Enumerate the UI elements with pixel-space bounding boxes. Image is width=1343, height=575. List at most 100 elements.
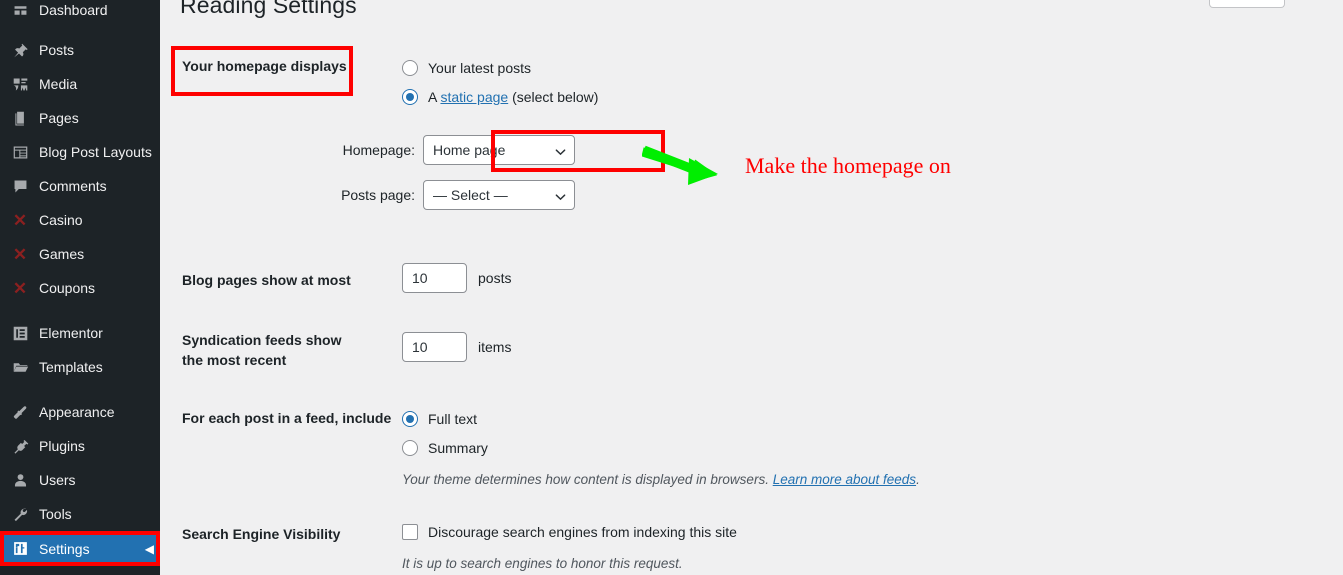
wrench-icon [10,504,30,524]
label-homepage-displays: Your homepage displays [182,58,347,74]
checkbox-discourage-search-engines[interactable]: Discourage search engines from indexing … [402,524,737,540]
label-syndication: Syndication feeds show the most recent [182,332,342,369]
radio-static-page-label: A static page (select below) [428,90,598,104]
broken-image-x-icon: ✕ [12,244,28,264]
sidebar-item-label: Games [39,246,85,262]
radio-circle[interactable] [402,60,418,76]
radio-circle[interactable] [402,411,418,427]
homepage-select-row: Homepage: Home page [335,135,575,165]
comment-icon [10,176,30,196]
broken-image-x-icon: ✕ [12,210,28,230]
learn-more-about-feeds-link[interactable]: Learn more about feeds [773,472,916,487]
label-feed-include: For each post in a feed, include [182,410,392,426]
blog-pages-unit: posts [478,270,512,286]
settings-icon [10,539,30,559]
sidebar-item-casino[interactable]: ✕ Casino [0,203,160,237]
radio-summary-label: Summary [428,440,488,456]
homepage-select[interactable]: Home page [423,135,575,165]
sidebar-item-label: Elementor [39,325,103,341]
broken-image-x-icon: ✕ [12,278,28,298]
sidebar-item-label: Comments [39,178,107,194]
feed-hint-text: Your theme determines how content is dis… [402,472,773,487]
user-icon [10,470,30,490]
syndication-unit: items [478,339,512,355]
folder-icon [10,357,30,377]
homepage-select-label: Homepage: [342,142,415,158]
posts-page-select[interactable]: — Select — [423,180,575,210]
media-icon [10,74,30,94]
checkbox-box[interactable] [402,524,418,540]
radio-full-text[interactable]: Full text [402,411,920,427]
radio-full-text-label: Full text [428,411,478,427]
collapse-arrow-icon[interactable]: ◀ [145,543,154,555]
sidebar-item-dashboard[interactable]: Dashboard [0,0,160,20]
pin-icon [10,40,30,60]
radio-circle[interactable] [402,440,418,456]
sidebar-item-label: Settings [39,540,90,557]
blog-pages-input[interactable]: 10 [402,263,467,293]
sidebar-item-label: Coupons [39,280,96,296]
feed-hint-period: . [916,472,920,487]
sidebar-item-templates[interactable]: Templates [0,350,160,384]
field-blog-pages: 10 posts [402,263,511,293]
field-search-visibility: Discourage search engines from indexing … [402,524,737,574]
sidebar-item-users[interactable]: Users [0,463,160,497]
radio-latest-posts-label: Your latest posts [428,60,531,76]
annotation-arrow-green [642,145,718,185]
sidebar-item-label: Media [39,76,78,92]
sidebar-item-comments[interactable]: Comments [0,169,160,203]
radio-summary[interactable]: Summary [402,440,920,456]
homepage-select-value: Home page [433,142,506,158]
sidebar-item-blog-post-layouts[interactable]: Blog Post Layouts [0,135,160,169]
sidebar-item-label: Pages [39,110,79,126]
help-tab[interactable] [1209,0,1285,8]
static-page-link[interactable]: static page [440,89,508,105]
page-title: Reading Settings [180,0,357,18]
sidebar-item-media[interactable]: Media [0,67,160,101]
field-homepage-displays: Your latest posts A static page (select … [341,60,598,210]
checkbox-discourage-label: Discourage search engines from indexing … [428,524,737,540]
sidebar-item-elementor[interactable]: Elementor [0,316,160,350]
posts-page-select-value: — Select — [433,187,508,203]
radio-latest-posts[interactable]: Your latest posts [402,60,598,76]
sidebar-item-coupons[interactable]: ✕ Coupons [0,271,160,305]
sidebar-item-label: Templates [39,359,103,375]
static-prefix-text: A [428,89,441,105]
sidebar-item-settings[interactable]: Settings ◀ [0,531,160,566]
sidebar-item-label: Plugins [39,438,85,454]
field-syndication: 10 items [402,332,511,362]
chevron-down-icon [555,190,566,201]
sidebar-item-tools[interactable]: Tools [0,497,160,531]
sidebar-item-label: Tools [39,506,72,522]
sidebar-item-label: Blog Post Layouts [39,144,152,160]
dashboard-icon [10,0,30,20]
label-search-visibility: Search Engine Visibility [182,526,341,542]
field-feed-include: Full text Summary Your theme determines … [402,411,920,490]
syndication-input[interactable]: 10 [402,332,467,362]
main-content: Reading Settings Your homepage displays … [160,0,1343,575]
sidebar-item-pages[interactable]: Pages [0,101,160,135]
annotation-text-callout: Make the homepage on [745,153,951,178]
sidebar-item-label: Dashboard [39,2,108,18]
sidebar-item-label: Users [39,472,76,488]
sidebar-item-posts[interactable]: Posts [0,33,160,67]
search-visibility-hint: It is up to search engines to honor this… [402,556,683,571]
radio-circle[interactable] [402,89,418,105]
sidebar-item-label: Appearance [39,404,115,420]
sidebar-item-label: Casino [39,212,83,228]
plug-icon [10,436,30,456]
wordpress-admin-screen: Dashboard Posts Media Pages Blog Post La [0,0,1343,575]
sidebar-item-appearance[interactable]: Appearance [0,395,160,429]
elementor-icon [10,323,30,343]
feed-include-hint: Your theme determines how content is dis… [402,470,920,490]
sidebar-item-games[interactable]: ✕ Games [0,237,160,271]
static-suffix-text: (select below) [508,89,599,105]
brush-icon [10,402,30,422]
pages-icon [10,108,30,128]
chevron-down-icon [555,145,566,156]
sidebar-item-plugins[interactable]: Plugins [0,429,160,463]
layout-icon [10,142,30,162]
posts-page-select-row: Posts page: — Select — [335,180,575,210]
radio-static-page[interactable]: A static page (select below) [402,89,598,105]
posts-page-select-label: Posts page: [341,187,415,203]
